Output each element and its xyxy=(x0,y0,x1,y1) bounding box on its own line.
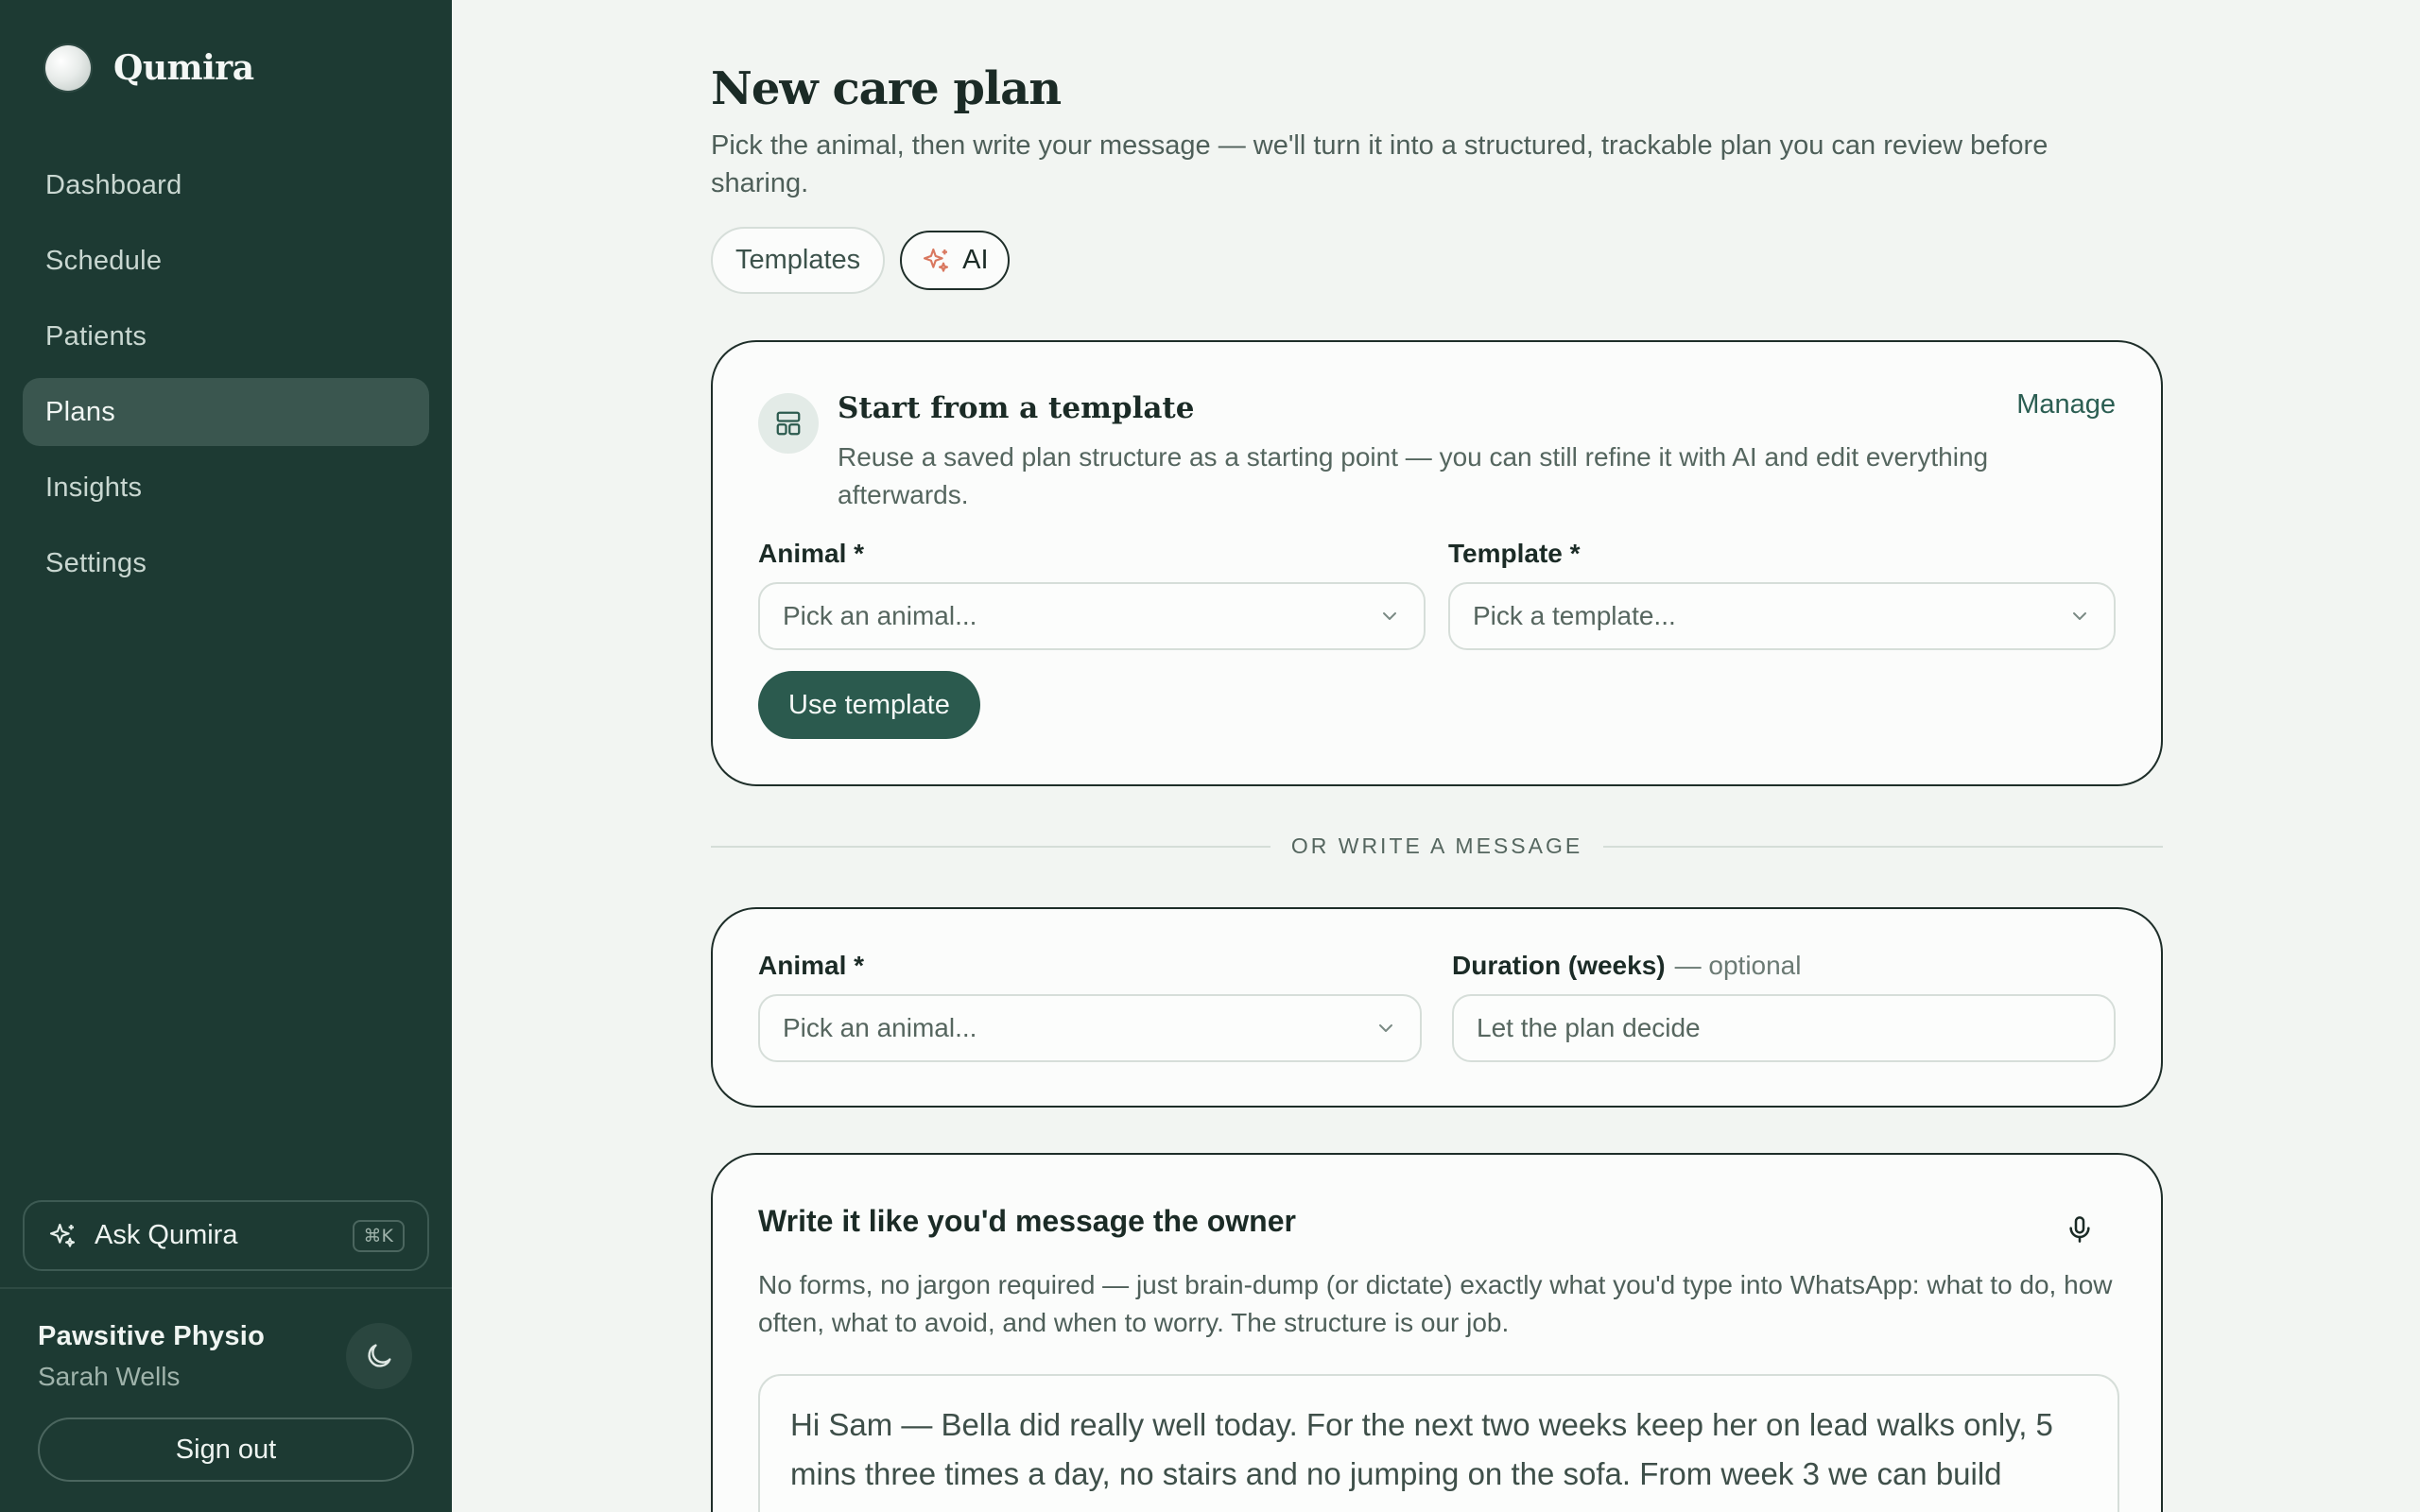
message-card: Write it like you'd message the owner No… xyxy=(711,1153,2163,1512)
template-card: Start from a template Reuse a saved plan… xyxy=(711,340,2163,786)
tab-ai[interactable]: AI xyxy=(900,231,1010,290)
page-subtitle: Pick the animal, then write your message… xyxy=(711,130,2048,198)
sidebar-item-insights[interactable]: Insights xyxy=(23,454,429,522)
divider-line xyxy=(1603,845,2164,848)
theme-toggle-button[interactable] xyxy=(346,1323,412,1389)
duration-placeholder: Let the plan decide xyxy=(1477,1013,1701,1042)
ask-qumira-button[interactable]: Ask Qumira ⌘K xyxy=(23,1200,429,1271)
animal-label: Animal * xyxy=(758,951,865,980)
template-animal-label: Animal * xyxy=(758,539,865,568)
chevron-down-icon xyxy=(1383,612,1396,620)
chevron-down-icon xyxy=(2073,612,2086,620)
chevron-down-icon xyxy=(1379,1024,1392,1032)
animal-select[interactable]: Pick an animal... xyxy=(758,994,1422,1062)
template-select[interactable]: Pick a template... xyxy=(1448,582,2116,650)
user-name: Sarah Wells xyxy=(38,1362,181,1391)
page-title: New care plan xyxy=(711,62,1062,115)
template-card-title: Start from a template xyxy=(838,391,1195,425)
manage-templates-link[interactable]: Manage xyxy=(2016,389,2116,421)
tab-ai-label: AI xyxy=(962,245,989,275)
moon-icon xyxy=(368,1344,391,1367)
sign-out-button[interactable]: Sign out xyxy=(38,1418,414,1482)
message-card-title: Write it like you'd message the owner xyxy=(758,1204,1296,1238)
template-animal-select[interactable]: Pick an animal... xyxy=(758,582,1426,650)
tab-templates[interactable]: Templates xyxy=(711,227,886,294)
sidebar-item-schedule[interactable]: Schedule xyxy=(23,227,429,295)
ask-qumira-label: Ask Qumira xyxy=(95,1220,238,1250)
org-name: Pawsitive Physio xyxy=(38,1321,266,1351)
template-select-placeholder: Pick a template... xyxy=(1473,601,1676,630)
sidebar-item-settings[interactable]: Settings xyxy=(23,529,429,597)
account-info: Pawsitive Physio Sarah Wells xyxy=(38,1321,265,1392)
message-card-description: No forms, no jargon required — just brai… xyxy=(758,1270,2113,1337)
template-select-label: Template * xyxy=(1448,539,1581,568)
layout-icon xyxy=(758,393,819,454)
shortcut-badge: ⌘K xyxy=(352,1219,405,1252)
use-template-button[interactable]: Use template xyxy=(758,671,980,739)
duration-input[interactable]: Let the plan decide xyxy=(1452,994,2116,1062)
sidebar-item-dashboard[interactable]: Dashboard xyxy=(23,151,429,219)
divider-text: OR WRITE A MESSAGE xyxy=(1290,833,1583,858)
or-divider: OR WRITE A MESSAGE xyxy=(711,833,2164,859)
divider-line xyxy=(711,845,1270,848)
template-card-description: Reuse a saved plan structure as a starti… xyxy=(838,442,1989,509)
brand[interactable]: Qumira xyxy=(45,45,254,91)
duration-label: Duration (weeks) — optional xyxy=(1452,951,1801,981)
duration-optional-hint: — optional xyxy=(1674,951,1802,980)
animal-select-placeholder: Pick an animal... xyxy=(783,1013,977,1042)
message-textarea[interactable]: Hi Sam — Bella did really well today. Fo… xyxy=(758,1374,2119,1512)
animal-duration-card: Animal * Pick an animal... Duration (wee… xyxy=(711,907,2163,1108)
brand-logo xyxy=(45,45,91,91)
sidebar: Qumira Dashboard Schedule Patients Plans… xyxy=(0,0,452,1512)
microphone-icon[interactable] xyxy=(2065,1213,2095,1246)
brand-name: Qumira xyxy=(113,48,254,88)
sidebar-divider xyxy=(0,1287,452,1289)
sparkle-icon xyxy=(49,1223,76,1247)
duration-label-text: Duration (weeks) xyxy=(1452,951,1666,980)
sidebar-nav: Dashboard Schedule Patients Plans Insigh… xyxy=(23,151,429,605)
sidebar-item-patients[interactable]: Patients xyxy=(23,302,429,370)
template-animal-placeholder: Pick an animal... xyxy=(783,601,977,630)
sparkle-icon xyxy=(924,248,949,272)
mode-tabs: Templates AI xyxy=(711,227,1010,294)
sidebar-item-plans[interactable]: Plans xyxy=(23,378,429,446)
